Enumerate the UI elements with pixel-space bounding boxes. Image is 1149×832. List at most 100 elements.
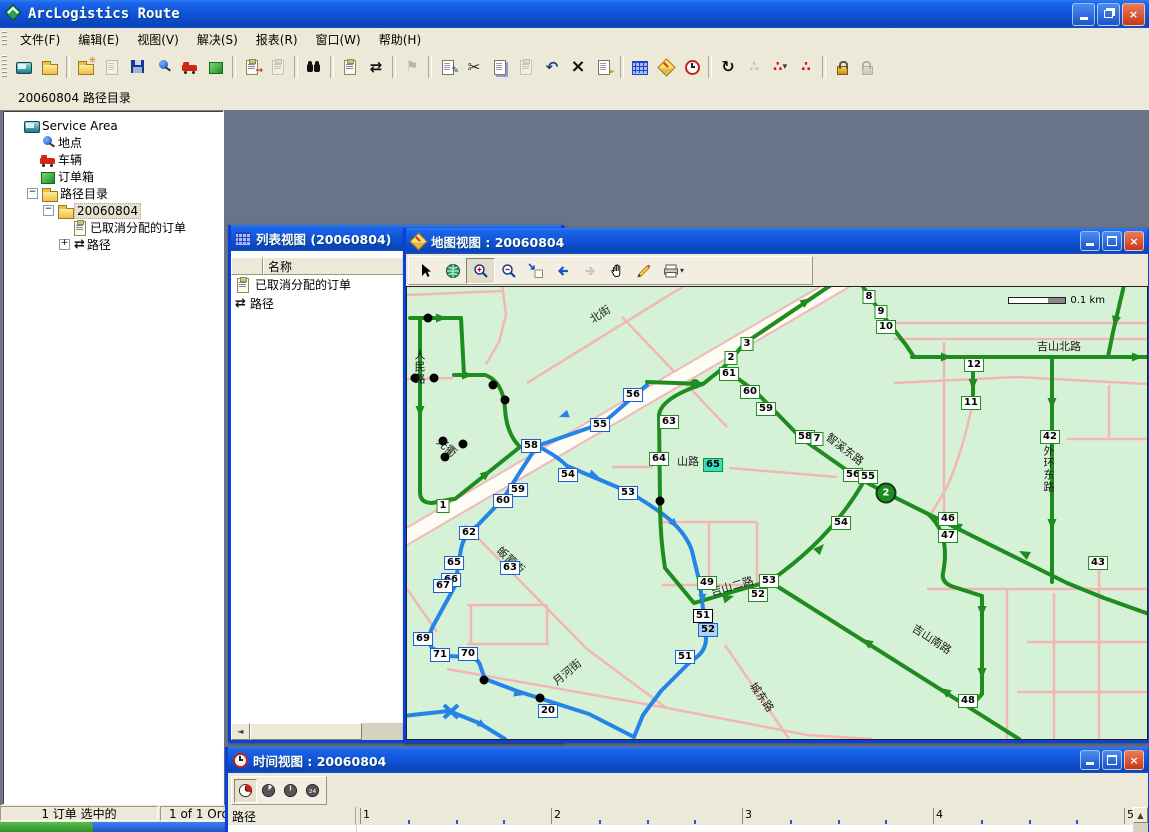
map-stop-label-49[interactable]: 49 (697, 576, 717, 590)
routes-button[interactable]: ⇄ (363, 55, 389, 79)
zoom-selected-tool-button[interactable] (522, 259, 549, 283)
globe-tool-button[interactable] (439, 259, 466, 283)
map-canvas[interactable]: 8910326160595876364565512114246474348535… (406, 286, 1148, 740)
map-stop-label-70[interactable]: 70 (458, 647, 478, 661)
route-nodes-button[interactable]: ∴ (793, 55, 819, 79)
map-stop-label-55[interactable]: 55 (590, 418, 610, 432)
toolbar-grip-handle[interactable] (2, 55, 7, 79)
list-scroll-thumb[interactable] (250, 723, 362, 740)
clock-half-button[interactable] (258, 780, 279, 802)
zoom-out-tool-button[interactable] (495, 259, 522, 283)
map-close-button[interactable]: × (1124, 231, 1144, 251)
map-stop-label-47[interactable]: 47 (938, 529, 958, 543)
paste-button[interactable] (513, 55, 539, 79)
lock-button[interactable] (829, 55, 855, 79)
flag-button[interactable]: ⚑ (399, 55, 425, 79)
restore-button[interactable] (1097, 3, 1120, 26)
time-view-button[interactable] (679, 55, 705, 79)
back-tool-button[interactable] (549, 259, 576, 283)
tree-item-20060804[interactable]: − 20060804 (3, 202, 223, 219)
map-stop-label-54[interactable]: 54 (558, 468, 578, 482)
map-stop-label-52[interactable]: 52 (698, 623, 718, 637)
map-stop-label-63[interactable]: 63 (659, 415, 679, 429)
tree-item-车辆[interactable]: 车辆 (3, 151, 223, 168)
tree-item-Service Area[interactable]: Service Area (3, 117, 223, 134)
solve-button[interactable]: ↻ (715, 55, 741, 79)
map-stop-label-12[interactable]: 12 (964, 358, 984, 372)
tree-item-已取消分配的订单[interactable]: 已取消分配的订单 (3, 219, 223, 236)
route-marker-2[interactable]: 2 (876, 483, 897, 504)
tree-item-label[interactable]: 路径 (85, 236, 113, 253)
map-stop-label-52[interactable]: 52 (748, 588, 768, 602)
menu-item-3[interactable]: 视图(V) (128, 31, 188, 49)
map-stop-label-51[interactable]: 51 (693, 609, 713, 623)
time-close-button[interactable]: × (1124, 750, 1144, 770)
new-schedule-button[interactable] (11, 55, 37, 79)
map-stop-label-11[interactable]: 11 (961, 396, 981, 410)
minimize-button[interactable] (1072, 3, 1095, 26)
map-stop-label-42[interactable]: 42 (1040, 430, 1060, 444)
map-stop-label-3[interactable]: 3 (741, 337, 754, 351)
map-stop-label-46[interactable]: 46 (938, 512, 958, 526)
cut-button[interactable]: ✂ (461, 55, 487, 79)
map-stop-label-54[interactable]: 54 (831, 516, 851, 530)
expand-icon[interactable]: + (59, 239, 70, 250)
map-stop-label-60[interactable]: 60 (740, 385, 760, 399)
menu-item-5[interactable]: 报表(R) (247, 31, 307, 49)
paste-new-button[interactable]: ➤ (591, 55, 617, 79)
close-button[interactable]: × (1122, 3, 1145, 26)
map-stop-label-53[interactable]: 53 (759, 574, 779, 588)
menu-item-6[interactable]: 窗口(W) (307, 31, 370, 49)
pan-tool-button[interactable] (603, 259, 630, 283)
map-stop-label-2[interactable]: 2 (725, 351, 738, 365)
map-stop-label-71[interactable]: 71 (430, 648, 450, 662)
tree-item-label[interactable]: 地点 (56, 134, 84, 151)
locations-button[interactable] (151, 55, 177, 79)
map-stop-label-65[interactable]: 65 (703, 458, 723, 472)
tree-item-label[interactable]: 路径目录 (58, 185, 110, 202)
clock-24-button[interactable]: 24 (302, 780, 323, 802)
open-schedule-button[interactable] (37, 55, 63, 79)
tree-item-label[interactable]: 订单箱 (56, 168, 96, 185)
menu-item-1[interactable]: 文件(F) (11, 31, 69, 49)
map-stop-label-64[interactable]: 64 (649, 452, 669, 466)
tree-item-label[interactable]: 已取消分配的订单 (88, 219, 188, 236)
map-view-button[interactable] (653, 55, 679, 79)
orders-list-button[interactable] (337, 55, 363, 79)
routes-column-header[interactable]: 路径 (228, 807, 356, 825)
map-stop-label-67[interactable]: 67 (433, 579, 453, 593)
edit-sequence-button[interactable]: ∴ (741, 55, 767, 79)
copy-button[interactable] (487, 55, 513, 79)
tree-item-订单箱[interactable]: 订单箱 (3, 168, 223, 185)
collapse-icon[interactable]: − (43, 205, 54, 216)
map-stop-label-60[interactable]: 60 (493, 494, 513, 508)
menu-item-2[interactable]: 编辑(E) (69, 31, 128, 49)
map-stop-label-61[interactable]: 61 (719, 367, 739, 381)
map-stop-label-20[interactable]: 20 (538, 704, 558, 718)
timeline-ruler[interactable]: 路径 12345 (228, 807, 1133, 826)
map-stop-label-58[interactable]: 58 (521, 439, 541, 453)
tree-item-label[interactable]: 20060804 (74, 203, 141, 219)
import-orders-alt-button[interactable] (265, 55, 291, 79)
map-stop-label-51[interactable]: 51 (675, 650, 695, 664)
map-stop-label-55[interactable]: 55 (858, 470, 878, 484)
scroll-left-icon[interactable]: ◄ (231, 723, 250, 740)
map-stop-label-62[interactable]: 62 (459, 526, 479, 540)
select-route-button[interactable]: ∴▾ (767, 55, 793, 79)
map-stop-label-53[interactable]: 53 (618, 486, 638, 500)
clock-hour-button[interactable] (280, 780, 301, 802)
zoom-in-tool-button[interactable] (466, 258, 495, 284)
start-button-fragment[interactable] (0, 822, 93, 832)
timeline-vertical-scrollbar[interactable]: ▲ (1133, 807, 1148, 832)
tree-item-label[interactable]: 车辆 (56, 151, 84, 168)
map-maximize-button[interactable] (1102, 231, 1122, 251)
undo-button[interactable]: ↶ (539, 55, 565, 79)
map-stop-label-43[interactable]: 43 (1088, 556, 1108, 570)
map-view-titlebar[interactable]: 地图视图 : 20060804 × (406, 228, 1148, 254)
order-box-button[interactable] (203, 55, 229, 79)
column-separator[interactable] (356, 825, 357, 832)
map-stop-label-9[interactable]: 9 (875, 305, 888, 319)
import-orders-button[interactable]: → (239, 55, 265, 79)
unlock-button[interactable] (855, 55, 881, 79)
copy-schedule-button[interactable] (99, 55, 125, 79)
